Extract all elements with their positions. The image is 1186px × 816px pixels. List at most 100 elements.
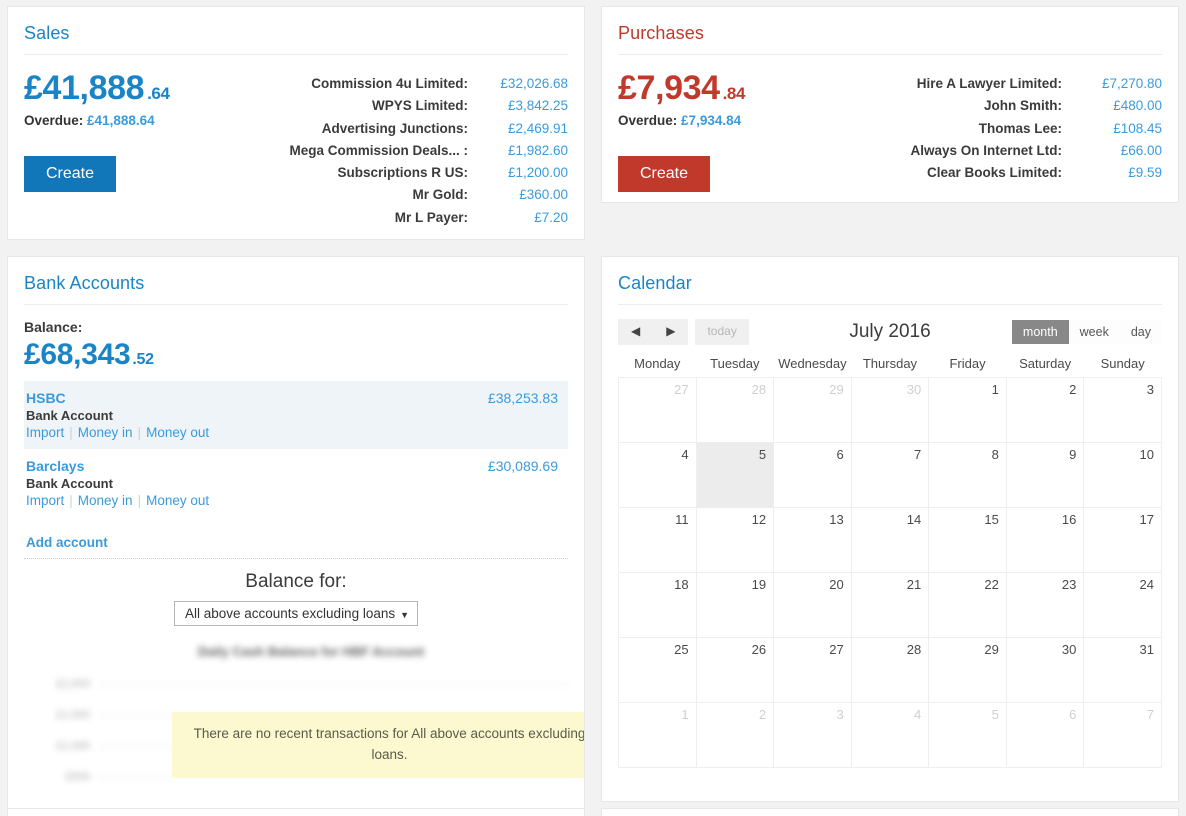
top-customer-row: Mr L Payer: £7.20: [289, 207, 568, 229]
calendar-panel-title: Calendar: [618, 272, 692, 293]
calendar-day-cell[interactable]: 12: [695, 506, 775, 573]
calendar-day-cell[interactable]: 24: [1083, 571, 1162, 638]
calendar-nav-group: ◀ ▶: [618, 318, 689, 345]
calendar-day-header: Sunday: [1100, 355, 1145, 371]
party-amount[interactable]: £32,026.68: [482, 73, 568, 95]
chart-ytick-label: £1,500: [56, 709, 90, 722]
calendar-day-cell[interactable]: 26: [695, 636, 775, 703]
calendar-day-cell-today[interactable]: 5: [695, 441, 775, 508]
calendar-day-cell[interactable]: 4: [618, 441, 697, 508]
calendar-day-cell[interactable]: 31: [1083, 636, 1162, 703]
calendar-day-cell[interactable]: 15: [928, 506, 1007, 573]
purchases-panel-title: Purchases: [618, 23, 704, 43]
party-name: Mega Commission Deals... :: [289, 142, 468, 158]
calendar-prev-button[interactable]: ◀: [618, 318, 654, 345]
party-amount[interactable]: £2,469.91: [482, 118, 568, 140]
calendar-day-cell[interactable]: 6: [1005, 701, 1085, 768]
calendar-day-cell[interactable]: 3: [1083, 376, 1162, 443]
calendar-day-cell[interactable]: 7: [850, 441, 930, 508]
calendar-view-day[interactable]: day: [1119, 319, 1162, 344]
bank-account-action-money-in[interactable]: Money in: [78, 493, 133, 508]
calendar-day-cell[interactable]: 30: [1005, 636, 1085, 703]
sales-top-customers-list: Commission 4u Limited: £32,026.68 WPYS Lim…: [289, 69, 568, 229]
purchases-amount-pence: .84: [722, 84, 746, 103]
add-account-link[interactable]: Add account: [26, 535, 108, 550]
party-name: Always On Internet Ltd:: [910, 142, 1062, 158]
bank-account-name-link[interactable]: HSBC: [26, 390, 66, 406]
party-name: WPYS Limited:: [371, 98, 468, 114]
calendar-day-cell[interactable]: 9: [1005, 441, 1085, 508]
calendar-day-cell[interactable]: 28: [695, 376, 775, 443]
party-amount[interactable]: £66.00: [1076, 140, 1162, 162]
bank-account-header: HSBC £38,253.83: [26, 390, 558, 406]
purchases-create-button[interactable]: Create: [618, 155, 711, 192]
calendar-day-cell[interactable]: 14: [850, 506, 930, 573]
calendar-day-cell[interactable]: 21: [850, 571, 930, 638]
calendar-day-cell[interactable]: 20: [773, 571, 852, 638]
party-amount[interactable]: £1,982.60: [482, 140, 568, 162]
calendar-day-cell[interactable]: 29: [928, 636, 1007, 703]
calendar-day-cell[interactable]: 23: [1005, 571, 1085, 638]
calendar-day-cell[interactable]: 22: [928, 571, 1007, 638]
bank-accounts-panel: Bank Accounts Balance: £68,343.52 HSBC £3…: [7, 255, 585, 816]
calendar-day-cell[interactable]: 1: [928, 376, 1007, 443]
calendar-day-cell[interactable]: 2: [695, 701, 775, 768]
top-supplier-row: Hire A Lawyer Limited: £7,270.80: [910, 73, 1162, 95]
sales-create-button[interactable]: Create: [24, 155, 117, 192]
divider: [24, 557, 568, 559]
calendar-day-cell[interactable]: 3: [773, 701, 852, 768]
calendar-day-cell[interactable]: 10: [1083, 441, 1162, 508]
calendar-day-cell[interactable]: 25: [618, 636, 697, 703]
calendar-day-cell[interactable]: 28: [850, 636, 930, 703]
calendar-day-cell[interactable]: 1: [618, 701, 697, 768]
purchases-overdue: Overdue: £7,934.84: [618, 113, 828, 128]
party-amount[interactable]: £9.59: [1076, 162, 1162, 184]
bank-account-action-money-out[interactable]: Money out: [146, 425, 209, 440]
calendar-view-week[interactable]: week: [1068, 319, 1120, 344]
separator: |: [69, 492, 73, 508]
bank-balance-main: £68,343: [24, 337, 131, 371]
calendar-day-cell[interactable]: 5: [928, 701, 1007, 768]
calendar-view-month[interactable]: month: [1011, 319, 1069, 344]
bank-account-action-money-in[interactable]: Money in: [78, 425, 133, 440]
party-amount[interactable]: £108.45: [1076, 118, 1162, 140]
calendar-day-cell[interactable]: 7: [1083, 701, 1162, 768]
party-amount[interactable]: £1,200.00: [482, 162, 568, 184]
bank-account-action-money-out[interactable]: Money out: [146, 493, 209, 508]
calendar-day-header: Monday: [634, 355, 681, 371]
bank-account-action-import[interactable]: Import: [26, 425, 64, 440]
next-panel-right-edge: [601, 808, 1179, 816]
party-amount[interactable]: £7.20: [482, 207, 568, 229]
balance-account-select[interactable]: All above accounts excluding loans ▼: [173, 600, 419, 626]
party-name: Commission 4u Limited:: [311, 76, 468, 91]
bank-balance-pence: .52: [132, 350, 154, 368]
calendar-week-row: 1234567: [618, 701, 1162, 768]
calendar-day-cell[interactable]: 19: [695, 571, 775, 638]
calendar-day-cell[interactable]: 11: [618, 506, 697, 573]
calendar-day-cell[interactable]: 27: [773, 636, 852, 703]
bank-account-action-import[interactable]: Import: [26, 493, 64, 508]
calendar-day-cell[interactable]: 16: [1005, 506, 1085, 573]
calendar-next-button[interactable]: ▶: [653, 318, 689, 345]
calendar-today-button[interactable]: today: [695, 318, 749, 345]
calendar-day-cell[interactable]: 17: [1083, 506, 1162, 573]
calendar-day-cell[interactable]: 4: [850, 701, 930, 768]
bank-account-row: HSBC £38,253.83 Bank Account Import | Money i…: [24, 380, 568, 449]
bank-account-name-link[interactable]: Barclays: [26, 458, 84, 474]
party-amount[interactable]: £360.00: [482, 184, 568, 206]
calendar-day-cell[interactable]: 30: [850, 376, 930, 443]
calendar-day-cell[interactable]: 8: [928, 441, 1007, 508]
party-amount[interactable]: £3,842.25: [482, 95, 568, 117]
calendar-day-cell[interactable]: 29: [773, 376, 852, 443]
calendar-day-cell[interactable]: 2: [1005, 376, 1085, 443]
calendar-day-cell[interactable]: 6: [773, 441, 852, 508]
sales-totals: £41,888.64 Overdue: £41,888.64 Create: [24, 69, 234, 229]
party-amount[interactable]: £480.00: [1076, 95, 1162, 117]
purchases-total-amount: £7,934.84: [618, 70, 828, 107]
calendar-day-cell[interactable]: 18: [618, 571, 697, 638]
calendar-week-row: 27 28 29 30 1 2 3: [618, 376, 1162, 443]
calendar-day-cell[interactable]: 27: [618, 376, 697, 443]
party-amount[interactable]: £7,270.80: [1076, 73, 1162, 95]
calendar-day-cell[interactable]: 13: [773, 506, 852, 573]
party-name: Advertising Junctions:: [321, 120, 468, 136]
